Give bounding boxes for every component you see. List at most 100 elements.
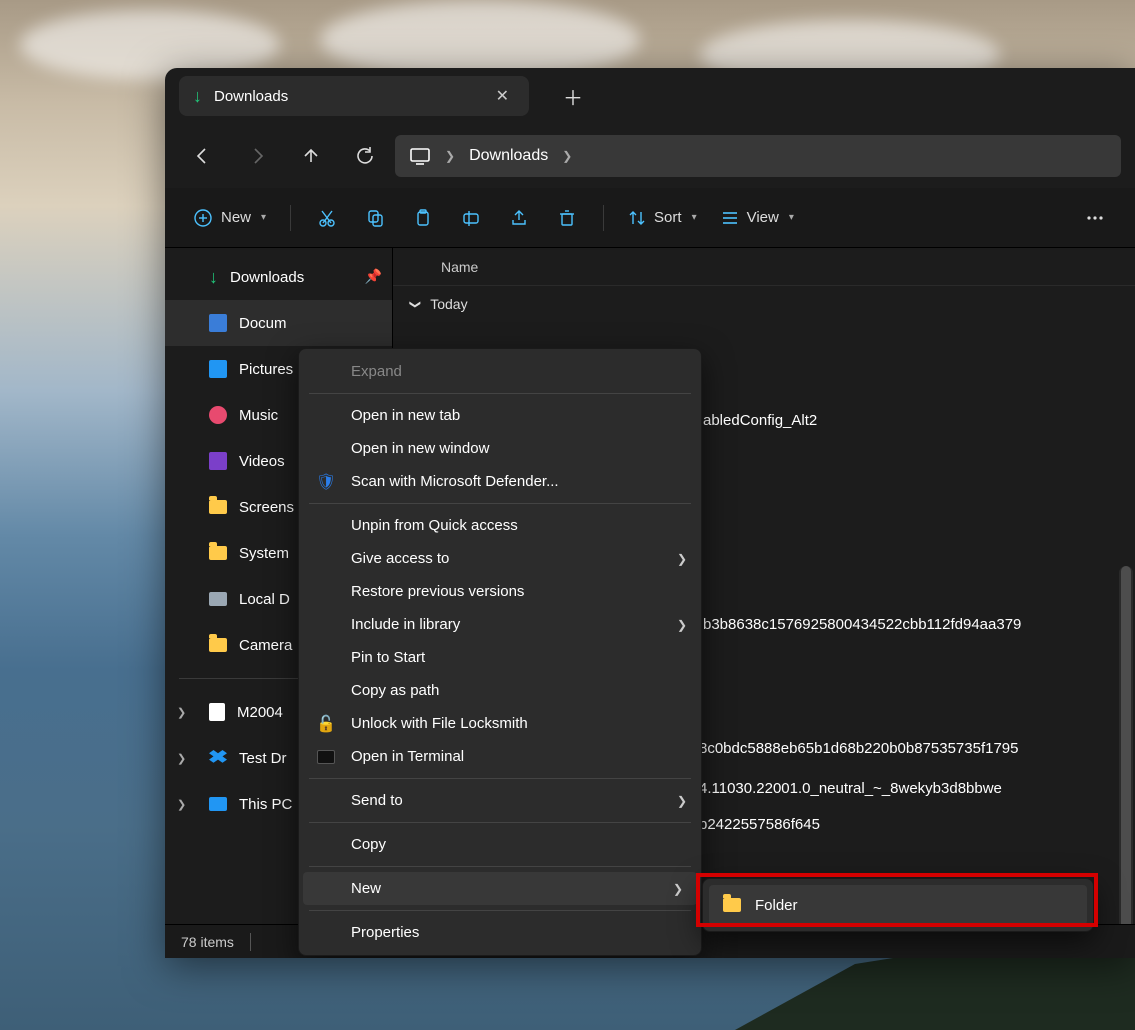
sidebar-item-label: Docum — [239, 315, 287, 332]
file-icon — [209, 703, 225, 721]
ctx-include-library[interactable]: Include in library❯ — [299, 608, 701, 641]
ctx-label: Send to — [351, 792, 403, 809]
monitor-icon — [409, 146, 431, 166]
refresh-button[interactable] — [341, 136, 389, 176]
ctx-restore-versions[interactable]: Restore previous versions — [299, 575, 701, 608]
close-tab-button[interactable]: ✕ — [490, 82, 515, 110]
back-button[interactable] — [179, 136, 227, 176]
breadcrumb[interactable]: ❯ Downloads ❯ — [395, 135, 1121, 177]
context-menu: Expand Open in new tab Open in new windo… — [298, 348, 702, 956]
pin-icon[interactable]: 📌 — [365, 268, 382, 285]
lock-icon: 🔓 — [315, 714, 337, 734]
terminal-icon — [315, 750, 337, 764]
ctx-unlock-locksmith[interactable]: 🔓Unlock with File Locksmith — [299, 707, 701, 740]
forward-button[interactable] — [233, 136, 281, 176]
context-submenu-new: Folder — [702, 878, 1094, 932]
toolbar: New ▾ Sort ▾ View ▾ — [165, 188, 1135, 248]
ctx-label: Properties — [351, 924, 419, 941]
divider — [250, 933, 251, 951]
ctx-copy-path[interactable]: Copy as path — [299, 674, 701, 707]
sidebar-item-downloads[interactable]: ↓ Downloads 📌 — [165, 254, 392, 300]
column-header-name[interactable]: Name — [393, 248, 1135, 286]
ctx-open-tab[interactable]: Open in new tab — [299, 399, 701, 432]
divider — [309, 393, 691, 394]
ctx-label: Open in new tab — [351, 407, 460, 424]
file-name: 8c0bdc5888eb65b1d68b220b0b87535735f1795 — [699, 740, 1019, 757]
ctx-copy[interactable]: Copy — [299, 828, 701, 861]
chevron-right-icon[interactable]: ❯ — [554, 149, 580, 163]
drive-icon — [209, 592, 227, 606]
col-name-label: Name — [441, 259, 478, 275]
ctx-give-access[interactable]: Give access to❯ — [299, 542, 701, 575]
ctx-label: Expand — [351, 363, 402, 380]
new-button[interactable]: New ▾ — [183, 202, 276, 234]
ctx-open-terminal[interactable]: Open in Terminal — [299, 740, 701, 773]
folder-icon — [209, 546, 227, 560]
scrollbar[interactable] — [1119, 566, 1133, 958]
more-button[interactable] — [1073, 198, 1117, 238]
chevron-right-icon[interactable]: ❯ — [177, 706, 186, 719]
chevron-right-icon: ❯ — [677, 794, 687, 808]
videos-icon — [209, 452, 227, 470]
ctx-label: Pin to Start — [351, 649, 425, 666]
divider — [309, 778, 691, 779]
file-group-today[interactable]: ❯ Today — [393, 290, 1135, 318]
rename-button[interactable] — [449, 198, 493, 238]
sidebar-item-label: Test Dr — [239, 750, 287, 767]
sidebar-item-label: Local D — [239, 591, 290, 608]
sidebar-item-label: System — [239, 545, 289, 562]
sort-label: Sort — [654, 209, 682, 226]
breadcrumb-seg[interactable]: Downloads — [469, 147, 548, 165]
file-name: abledConfig_Alt2 — [703, 412, 817, 429]
ctx-expand[interactable]: Expand — [299, 355, 701, 388]
chevron-right-icon[interactable]: ❯ — [177, 752, 186, 765]
submenu-folder[interactable]: Folder — [709, 885, 1087, 925]
chevron-right-icon: ❯ — [673, 882, 683, 896]
ctx-send-to[interactable]: Send to ❯ — [299, 784, 701, 817]
cut-button[interactable] — [305, 198, 349, 238]
ctx-label: Include in library — [351, 616, 460, 633]
ctx-open-window[interactable]: Open in new window — [299, 432, 701, 465]
divider — [290, 205, 291, 231]
music-icon — [209, 406, 227, 424]
ctx-unpin-quick[interactable]: Unpin from Quick access — [299, 509, 701, 542]
sidebar-item-label: Pictures — [239, 361, 293, 378]
ctx-properties[interactable]: Properties — [299, 916, 701, 949]
file-name: 4.11030.22001.0_neutral_~_8wekyb3d8bbwe — [699, 780, 1002, 797]
chevron-right-icon[interactable]: ❯ — [177, 798, 186, 811]
view-button[interactable]: View ▾ — [711, 203, 804, 233]
sidebar-item-label: Downloads — [230, 269, 304, 286]
chevron-right-icon: ❯ — [677, 552, 687, 566]
ctx-pin-start[interactable]: Pin to Start — [299, 641, 701, 674]
share-button[interactable] — [497, 198, 541, 238]
sidebar-item-label: M2004 — [237, 704, 283, 721]
sort-button[interactable]: Sort ▾ — [618, 203, 707, 233]
sidebar-item-label: This PC — [239, 796, 292, 813]
paste-button[interactable] — [401, 198, 445, 238]
navbar: ❯ Downloads ❯ — [165, 124, 1135, 188]
delete-button[interactable] — [545, 198, 589, 238]
view-label: View — [747, 209, 779, 226]
tab-downloads[interactable]: ↓ Downloads ✕ — [179, 76, 529, 116]
sidebar-item-label: Music — [239, 407, 278, 424]
new-label: New — [221, 209, 251, 226]
divider — [309, 910, 691, 911]
chevron-down-icon: ▾ — [692, 212, 697, 223]
copy-button[interactable] — [353, 198, 397, 238]
file-name: b3b8638c1576925800434522cbb112fd94aa379 — [703, 616, 1021, 633]
item-count: 78 items — [181, 934, 234, 950]
divider — [309, 822, 691, 823]
ctx-scan-defender[interactable]: 🛡Scan with Microsoft Defender... — [299, 465, 701, 498]
chevron-right-icon[interactable]: ❯ — [437, 149, 463, 163]
folder-icon — [209, 500, 227, 514]
new-tab-button[interactable]: ＋ — [553, 78, 593, 115]
dropbox-icon — [209, 750, 227, 766]
up-button[interactable] — [287, 136, 335, 176]
sidebar-item-label: Camera — [239, 637, 292, 654]
ctx-label: Copy — [351, 836, 386, 853]
ctx-label: Open in new window — [351, 440, 489, 457]
sidebar-item-documents[interactable]: Docum — [165, 300, 392, 346]
file-name: b2422557586f645 — [699, 816, 820, 833]
shield-icon: 🛡 — [315, 472, 337, 492]
ctx-new[interactable]: New❯ — [303, 872, 697, 905]
